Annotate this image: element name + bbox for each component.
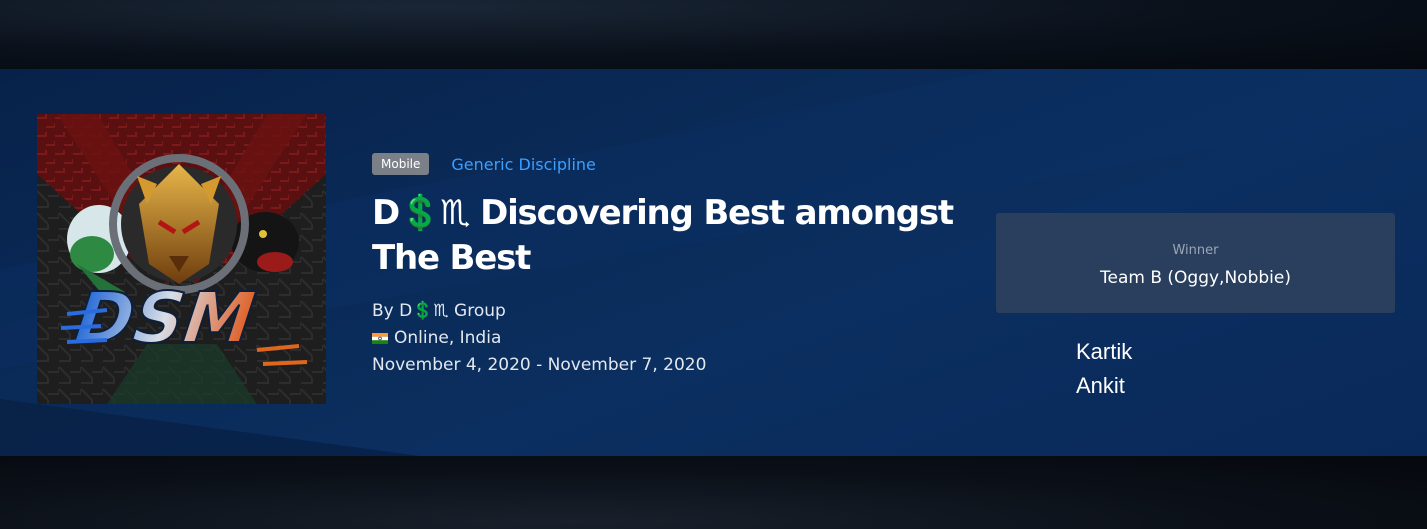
location-line: Online, India <box>372 325 972 352</box>
tournament-title: D💲♏ Discovering Best amongst The Best <box>372 191 972 281</box>
title-line-2: The Best <box>372 238 531 278</box>
member-name: Ankit <box>1076 373 1125 398</box>
organizer-text[interactable]: By D💲♏ Group <box>372 298 506 325</box>
footer-backdrop <box>0 456 1427 529</box>
dates-line: November 4, 2020 - November 7, 2020 <box>372 352 972 379</box>
india-flag-icon <box>372 333 388 344</box>
discipline-link[interactable]: Generic Discipline <box>451 155 596 174</box>
platform-badge: Mobile <box>372 153 430 175</box>
tournament-meta: By D💲♏ Group Online, India November 4, 2… <box>372 298 972 379</box>
winner-members: Kartik Ankit <box>1076 335 1132 403</box>
winner-label: Winner <box>1172 243 1219 258</box>
tournament-logo: DSM <box>37 114 326 404</box>
member-name: Kartik <box>1076 339 1133 364</box>
tag-row: Mobile Generic Discipline <box>372 153 972 175</box>
logo-text: DSM <box>63 277 268 359</box>
header-backdrop <box>0 0 1427 69</box>
tournament-banner: DSM Mobile Generic Discipline D💲♏ Discov… <box>0 69 1427 456</box>
tournament-info: Mobile Generic Discipline D💲♏ Discoverin… <box>372 153 972 379</box>
winner-team[interactable]: Team B (Oggy,Nobbie) <box>996 268 1395 288</box>
winner-card: Winner Team B (Oggy,Nobbie) <box>996 213 1395 313</box>
location-text: Online, India <box>394 328 502 348</box>
dates-text: November 4, 2020 - November 7, 2020 <box>372 355 707 375</box>
page: DSM Mobile Generic Discipline D💲♏ Discov… <box>0 0 1427 529</box>
organizer-line: By D💲♏ Group <box>372 298 972 325</box>
dsm-logo-icon: DSM <box>37 114 326 404</box>
title-line-1: D💲♏ Discovering Best amongst <box>372 193 954 233</box>
